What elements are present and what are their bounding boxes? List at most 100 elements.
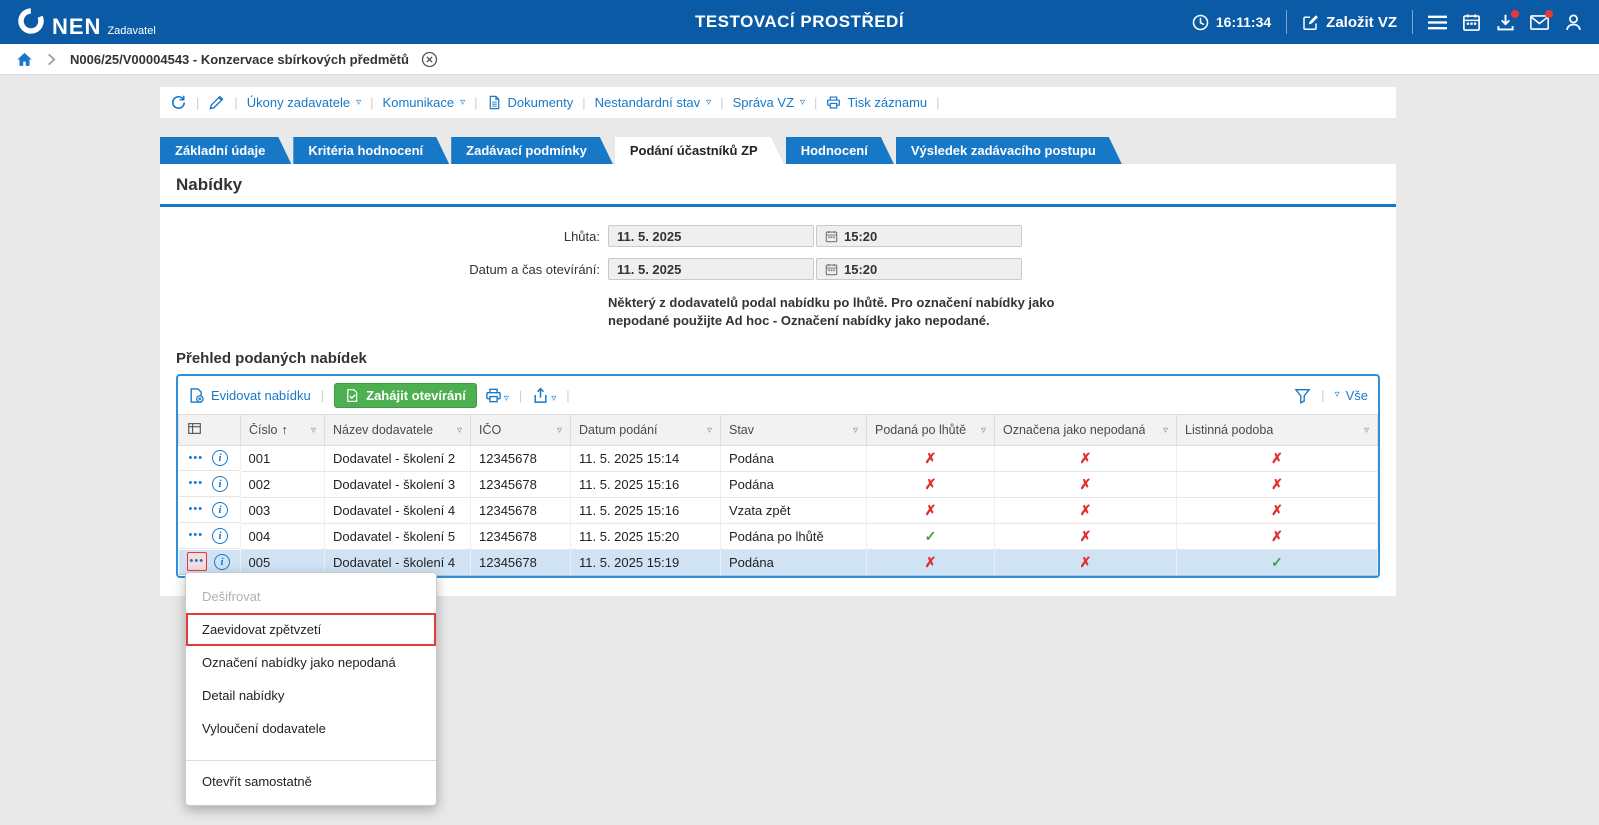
tab-zadavaci-podminky[interactable]: Zadávací podmínky: [451, 137, 613, 164]
content-column: | | Úkony zadavatele▿ | Komunikace▿ | Dokume…: [160, 87, 1396, 596]
row-menu-button[interactable]: •••: [187, 527, 206, 544]
tab-podani-ucastniku-zp[interactable]: Podání účastníků ZP: [615, 137, 784, 164]
cell-paper-form: ✓: [1177, 550, 1378, 576]
table-row[interactable]: •••i004Dodavatel - školení 51234567811. …: [179, 524, 1378, 550]
tab-vysledek-zadavaciho-postupu[interactable]: Výsledek zadávacího postupu: [896, 137, 1122, 164]
action-tisk-zaznamu[interactable]: Tisk záznamu: [826, 95, 927, 110]
create-vz-button[interactable]: Založit VZ: [1302, 14, 1397, 31]
chevron-right-icon: [45, 53, 58, 66]
tab-kriteria-hodnoceni[interactable]: Kritéria hodnocení: [293, 137, 449, 164]
menu-item-detail-nabidky[interactable]: Detail nabídky: [186, 679, 436, 712]
action-ukony-zadavatele[interactable]: Úkony zadavatele▿: [247, 95, 361, 110]
action-label: Správa VZ: [733, 95, 794, 110]
divider: |: [1321, 388, 1324, 403]
divider: |: [321, 388, 324, 403]
column-header-datum-podani[interactable]: Datum podání▿: [571, 415, 721, 446]
current-time: 16:11:34: [1192, 14, 1271, 31]
export-grid-button[interactable]: ▿: [532, 387, 556, 404]
divider: |: [936, 95, 939, 110]
messages-icon[interactable]: [1530, 13, 1549, 32]
column-settings-header[interactable]: [179, 415, 241, 446]
table-row[interactable]: •••i003Dodavatel - školení 41234567811. …: [179, 498, 1378, 524]
action-sprava-vz[interactable]: Správa VZ▿: [733, 95, 805, 110]
row-menu-button[interactable]: •••: [187, 475, 206, 492]
cell-status: Vzata zpět: [721, 498, 867, 524]
row-info-button[interactable]: i: [212, 450, 228, 466]
menu-item-zaevidovat-zpetvzeti[interactable]: Zaevidovat zpětvzetí: [186, 613, 436, 646]
row-menu-button[interactable]: •••: [187, 552, 208, 571]
register-bid-button[interactable]: Evidovat nabídku: [188, 387, 311, 404]
opening-time-input[interactable]: 15:20: [816, 258, 1022, 280]
action-komunikace[interactable]: Komunikace▿: [383, 95, 466, 110]
menu-item-otevrit-samostatne[interactable]: Otevřít samostatně: [186, 760, 436, 798]
table-row[interactable]: •••i001Dodavatel - školení 21234567811. …: [179, 446, 1378, 472]
row-info-button[interactable]: i: [212, 528, 228, 544]
column-header-oznacena-jako-nepodana[interactable]: Označena jako nepodaná▿: [995, 415, 1177, 446]
cell-marked-not-submitted: ✗: [995, 446, 1177, 472]
home-icon[interactable]: [16, 51, 33, 68]
table-row[interactable]: •••i002Dodavatel - školení 31234567811. …: [179, 472, 1378, 498]
start-opening-button[interactable]: Zahájit otevírání: [334, 383, 477, 408]
column-header-podana-po-lhute[interactable]: Podaná po lhůtě ▿: [867, 415, 995, 446]
print-grid-button[interactable]: ▿: [485, 387, 509, 404]
column-filter-icon[interactable]: ▿: [853, 425, 858, 436]
edit-record-icon[interactable]: [208, 94, 225, 111]
breadcrumb-item[interactable]: N006/25/V00004543 - Konzervace sbírkovýc…: [70, 52, 409, 67]
record-action-bar: | | Úkony zadavatele▿|Komunikace▿|Dokume…: [160, 87, 1396, 118]
colsettings-icon: [187, 421, 202, 436]
column-filter-icon[interactable]: ▿: [1364, 425, 1369, 436]
filter-button[interactable]: [1294, 387, 1311, 404]
close-record-icon[interactable]: [421, 51, 438, 68]
column-header-listinna-podoba[interactable]: Listinná podoba▿: [1177, 415, 1378, 446]
column-header-stav[interactable]: Stav▿: [721, 415, 867, 446]
row-info-button[interactable]: i: [212, 502, 228, 518]
view-all-dropdown[interactable]: ▿ Vše: [1335, 388, 1368, 403]
cross-icon: ✗: [1080, 528, 1092, 544]
column-filter-icon[interactable]: ▿: [557, 425, 562, 436]
divider: |: [519, 388, 522, 403]
cell-supplier-name: Dodavatel - školení 2: [325, 446, 471, 472]
cell-marked-not-submitted: ✗: [995, 550, 1177, 576]
cell-paper-form: ✗: [1177, 446, 1378, 472]
row-menu-button[interactable]: •••: [187, 450, 206, 467]
column-header-cislo[interactable]: Číslo↑▿: [241, 415, 325, 446]
menu-icon[interactable]: [1428, 13, 1447, 32]
column-header-ico[interactable]: IČO ▿: [471, 415, 571, 446]
action-dokumenty[interactable]: Dokumenty: [487, 95, 574, 110]
row-info-button[interactable]: i: [212, 476, 228, 492]
column-filter-icon[interactable]: ▿: [1163, 425, 1168, 436]
nen-logo[interactable]: NEN Zadavatel: [16, 6, 156, 38]
cross-icon: ✗: [925, 450, 937, 466]
cell-ico: 12345678: [471, 498, 571, 524]
cell-ico: 12345678: [471, 550, 571, 576]
deadline-date-input[interactable]: 11. 5. 2025: [608, 225, 814, 247]
bids-table: Číslo↑▿Název dodavatele▿IČO▿Datum podání…: [178, 414, 1378, 576]
menu-item-vylouceni-dodavatele[interactable]: Vyloučení dodavatele: [186, 712, 436, 745]
user-icon[interactable]: [1564, 13, 1583, 32]
column-filter-icon[interactable]: ▿: [311, 425, 316, 436]
edit-icon: [1302, 14, 1319, 31]
history-icon[interactable]: [170, 94, 187, 111]
column-label: Číslo: [249, 423, 277, 437]
tab-hodnoceni[interactable]: Hodnocení: [786, 137, 894, 164]
cross-icon: ✗: [1080, 554, 1092, 570]
row-menu-button[interactable]: •••: [187, 501, 206, 518]
brand-role: Zadavatel: [107, 25, 155, 37]
tab-zakladni-udaje[interactable]: Základní údaje: [160, 137, 291, 164]
calendar-icon[interactable]: [1462, 13, 1481, 32]
deadline-time-input[interactable]: 15:20: [816, 225, 1022, 247]
printer-icon: [485, 387, 502, 404]
downloads-icon[interactable]: [1496, 13, 1515, 32]
view-all-label: Vše: [1346, 388, 1368, 403]
row-info-button[interactable]: i: [214, 554, 230, 570]
column-label: Podaná po lhůtě: [875, 423, 966, 437]
column-label: IČO: [479, 423, 501, 437]
column-filter-icon[interactable]: ▿: [707, 425, 712, 436]
column-filter-icon[interactable]: ▿: [457, 425, 462, 436]
action-nestandardni-stav[interactable]: Nestandardní stav▿: [595, 95, 712, 110]
opening-date-input[interactable]: 11. 5. 2025: [608, 258, 814, 280]
column-header-nazev-dodavatele[interactable]: Název dodavatele▿: [325, 415, 471, 446]
row-actions-cell: ••• i: [179, 524, 241, 549]
column-filter-icon[interactable]: ▿: [981, 425, 986, 436]
menu-item-oznaceni-nabidky-jako-nepodana[interactable]: Označení nabídky jako nepodaná: [186, 646, 436, 679]
